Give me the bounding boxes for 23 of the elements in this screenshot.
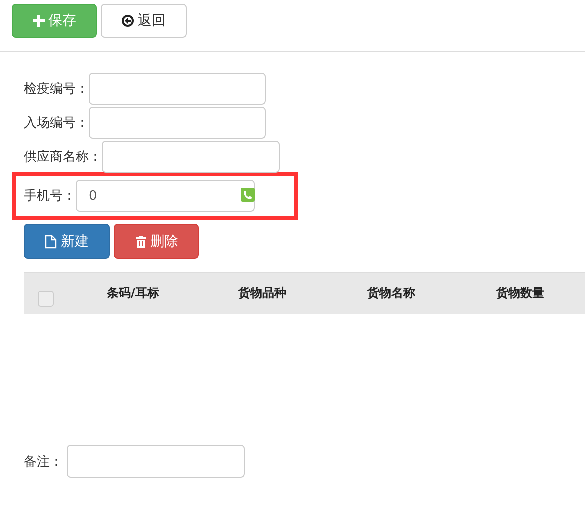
field-label: 备注： [24, 454, 63, 470]
delete-button[interactable]: 删除 [114, 224, 199, 259]
back-arrow-icon [122, 15, 134, 27]
checkbox[interactable] [38, 290, 54, 306]
field-label: 入场编号： [24, 115, 89, 132]
field-label: 检疫编号： [24, 81, 89, 98]
field-label: 供应商名称： [24, 149, 102, 166]
plus-icon [32, 15, 44, 27]
input-field[interactable] [89, 73, 266, 105]
column-header: 货物品种 [237, 285, 288, 302]
trash-icon [134, 235, 146, 248]
input-field[interactable]: 0 [76, 180, 255, 212]
back-button[interactable]: 返回 [101, 4, 187, 38]
new-button[interactable]: 新建 [24, 224, 110, 259]
save-button[interactable]: 保存 [12, 4, 97, 38]
column-header: 货物数量 [495, 285, 546, 302]
column-header: 货物名称 [366, 285, 416, 302]
remarks-field[interactable] [67, 445, 245, 478]
document-icon [45, 234, 57, 248]
column-header: 条码/耳标 [106, 285, 160, 302]
input-field[interactable] [102, 141, 280, 173]
field-label: 手机号： [24, 188, 76, 205]
input-field[interactable] [89, 107, 266, 139]
